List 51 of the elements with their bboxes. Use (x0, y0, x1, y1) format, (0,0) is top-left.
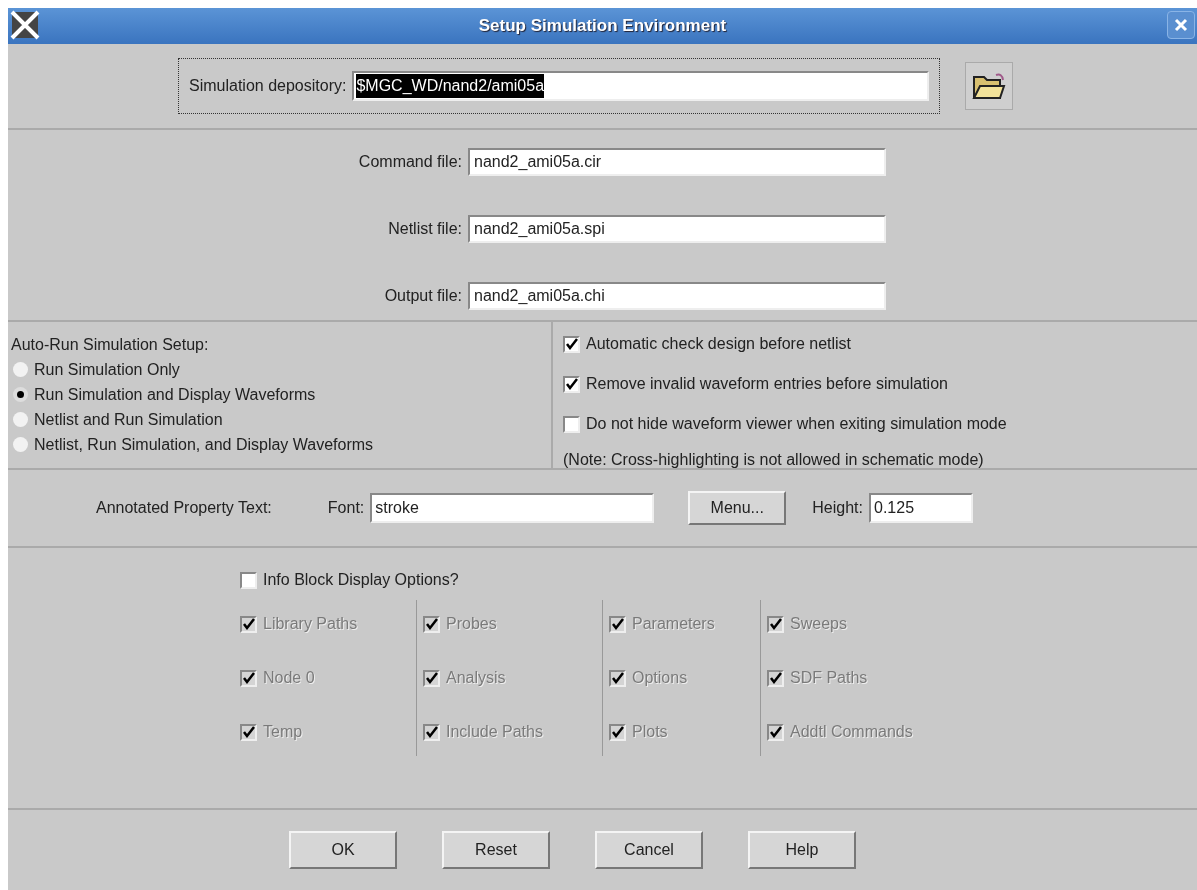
section-label: Annotated Property Text: (96, 498, 272, 518)
checkbox-label: Do not hide waveform viewer when exiting simulation mode (586, 414, 1007, 434)
checkbox-label: Temp (263, 722, 303, 742)
checkbox-label: Sweeps (790, 614, 847, 634)
field-label: Font: (327, 498, 365, 518)
folder-icon (972, 71, 1006, 101)
group-title: Auto-Run Simulation Setup: (11, 335, 210, 355)
field-label: Output file: (383, 286, 463, 306)
checkbox[interactable] (240, 571, 257, 589)
browse-button[interactable] (965, 62, 1013, 110)
text-field[interactable]: nand2_ami05a.spi (468, 215, 886, 243)
text-field[interactable]: nand2_ami05a.cir (468, 148, 886, 176)
field-label: Height: (812, 498, 863, 518)
dialog-button[interactable]: Help (748, 831, 856, 869)
checkbox-label: Info Block Display Options? (263, 570, 459, 590)
dialog-button[interactable]: Cancel (595, 831, 703, 869)
note-text: (Note: Cross-highlighting is not allowed in schematic mode) (563, 450, 985, 470)
close-button[interactable] (1167, 11, 1195, 39)
window-title: Setup Simulation Environment (478, 15, 727, 38)
field-label: Command file: (357, 152, 463, 172)
checkbox-label: Parameters (632, 614, 715, 634)
text-field[interactable]: 0.125 (869, 493, 973, 523)
checkbox-label: Automatic check design before netlist (586, 334, 852, 354)
checkbox-label: Library Paths (263, 614, 358, 634)
dialog-button[interactable]: Reset (442, 831, 550, 869)
dialog-button[interactable]: OK (289, 831, 397, 869)
checkbox[interactable] (563, 335, 580, 353)
close-icon (1174, 18, 1188, 32)
radio-option[interactable]: Run Simulation Only (11, 359, 551, 380)
checkbox-label: Analysis (446, 668, 506, 688)
checkbox-label: Node 0 (263, 668, 315, 688)
checkbox-label: Probes (446, 614, 497, 634)
radio-option[interactable]: Netlist, Run Simulation, and Display Waveforms (11, 434, 551, 455)
checkbox-label: Remove invalid waveform entries before simulation (586, 374, 948, 394)
field-label: Simulation depository: (189, 76, 347, 96)
radio-option[interactable]: Netlist and Run Simulation (11, 409, 551, 430)
menu-button[interactable]: Menu... (688, 491, 787, 525)
checkbox[interactable] (563, 415, 580, 433)
app-icon (10, 10, 40, 40)
checkbox-label: Options (632, 668, 688, 688)
text-field[interactable]: nand2_ami05a.chi (468, 282, 886, 310)
radio-option[interactable]: Run Simulation and Display Waveforms (11, 384, 551, 405)
checkbox-label: Addtl Commands (790, 722, 913, 742)
field-label: Netlist file: (387, 219, 463, 239)
checkbox-label: Plots (632, 722, 668, 742)
text-field[interactable]: stroke (370, 493, 655, 523)
checkbox[interactable] (563, 375, 580, 393)
depository-field[interactable]: $MGC_WD/nand2/ami05a (352, 71, 929, 101)
field-value: $MGC_WD/nand2/ami05a (356, 74, 545, 98)
checkbox-label: Include Paths (446, 722, 543, 742)
checkbox-label: SDF Paths (790, 668, 868, 688)
